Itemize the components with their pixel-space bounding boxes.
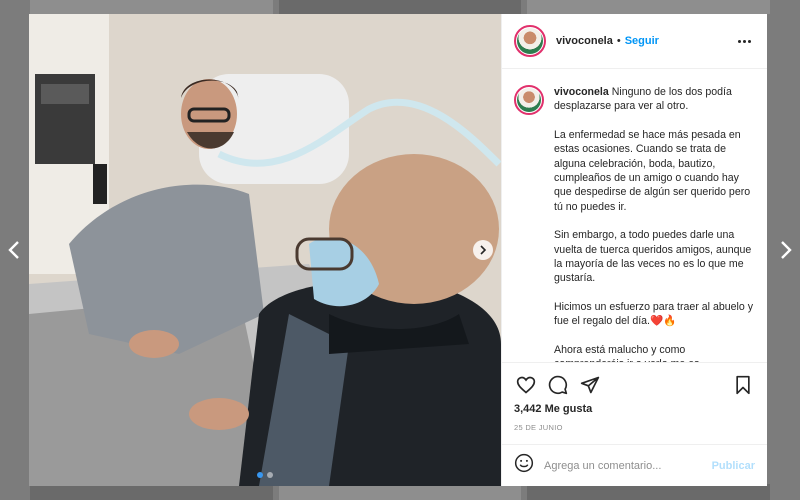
post-actions: 3,442 Me gusta 25 DE JUNIO <box>502 362 767 444</box>
post-date[interactable]: 25 DE JUNIO <box>514 423 755 432</box>
feed-background-top <box>30 0 771 14</box>
feed-thumbnail <box>527 484 771 500</box>
likes-count[interactable]: 3,442 Me gusta <box>514 403 755 415</box>
previous-post-button[interactable] <box>4 238 24 262</box>
username-link[interactable]: vivoconela <box>556 35 613 47</box>
caption-avatar[interactable] <box>514 85 544 115</box>
post-modal: vivoconela • Seguir vivoconela Ninguno d… <box>29 14 767 486</box>
feed-thumbnail <box>278 484 522 500</box>
caption-paragraph: Sin embargo, a todo puedes darle una vue… <box>554 229 752 285</box>
post-caption: vivoconela Ninguno de los dos podía desp… <box>514 85 755 362</box>
feed-thumbnail <box>278 0 522 14</box>
chevron-left-icon <box>8 241 19 259</box>
avatar-image <box>517 28 543 54</box>
follow-button[interactable]: Seguir <box>625 35 659 47</box>
action-buttons <box>514 369 755 401</box>
caption-text: vivoconela Ninguno de los dos podía desp… <box>554 85 755 362</box>
comment-icon[interactable] <box>546 373 570 397</box>
comment-form: Publicar <box>502 444 767 486</box>
carousel-dot-active <box>257 472 263 478</box>
carousel-dot <box>267 472 273 478</box>
bookmark-icon[interactable] <box>731 373 755 397</box>
more-options-icon[interactable] <box>734 36 755 47</box>
avatar-image <box>517 88 541 112</box>
caption-paragraph: Ahora está malucho y como comprenderéis … <box>554 343 699 362</box>
next-post-button[interactable] <box>776 238 796 262</box>
heart-icon[interactable] <box>514 373 538 397</box>
comment-input[interactable] <box>544 459 712 472</box>
caption-paragraph: La enfermedad se hace más pesada en esta… <box>554 128 751 213</box>
emoji-icon[interactable] <box>514 453 534 478</box>
chevron-right-icon <box>480 245 487 255</box>
post-photo <box>29 14 501 486</box>
hospital-photo-illustration <box>29 14 501 486</box>
carousel-next-button[interactable] <box>473 240 493 260</box>
publish-button[interactable]: Publicar <box>712 460 755 472</box>
post-header: vivoconela • Seguir <box>502 14 767 69</box>
feed-thumbnail <box>30 484 273 500</box>
feed-thumbnail <box>30 0 273 14</box>
caption-paragraph: Hicimos un esfuerzo para traer al abuelo… <box>554 300 754 328</box>
avatar[interactable] <box>514 25 546 57</box>
chevron-right-icon <box>781 241 792 259</box>
feed-thumbnail <box>527 0 771 14</box>
comments-area[interactable]: vivoconela Ninguno de los dos podía desp… <box>502 69 767 362</box>
separator-dot: • <box>616 35 621 47</box>
carousel-indicator <box>29 472 501 478</box>
caption-username[interactable]: vivoconela <box>554 86 609 98</box>
share-icon[interactable] <box>578 373 602 397</box>
feed-background-bottom <box>30 484 771 500</box>
post-side-panel: vivoconela • Seguir vivoconela Ninguno d… <box>501 14 767 486</box>
